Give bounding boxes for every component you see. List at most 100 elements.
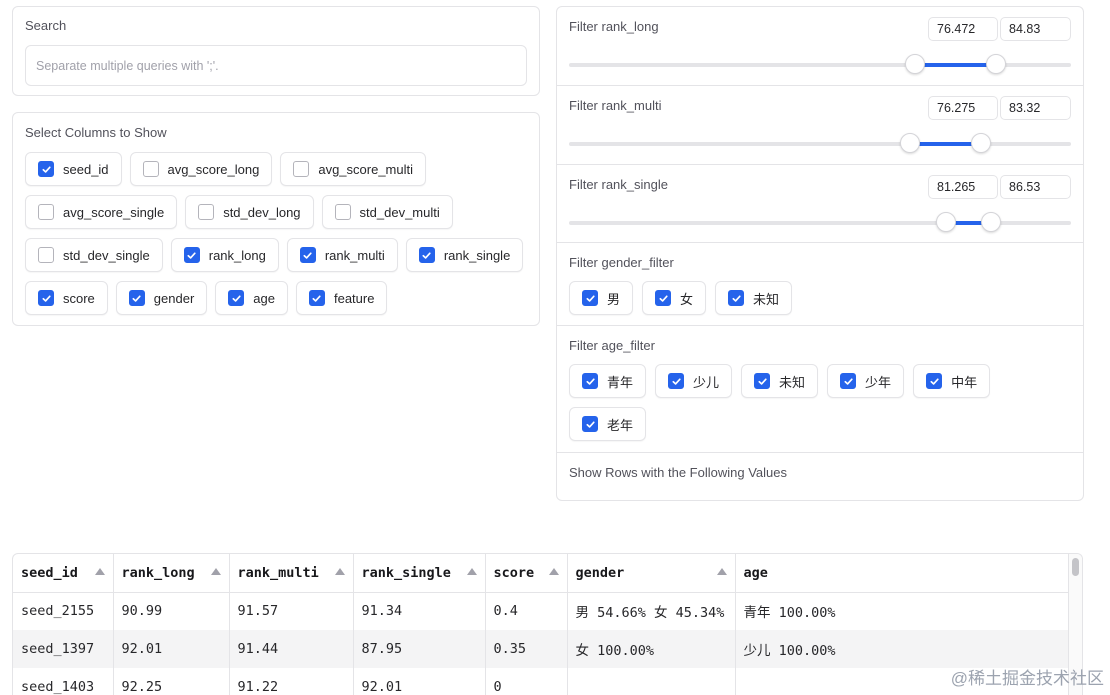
column-checkbox-label: rank_long xyxy=(208,247,266,263)
rank-single-max-input[interactable]: 86.53 xyxy=(1000,175,1071,199)
search-panel: Search xyxy=(12,6,540,96)
checkbox-unchecked-icon[interactable] xyxy=(142,161,159,177)
table-cell-rank-long: 92.01 xyxy=(113,630,230,668)
column-checkbox-label: avg_score_single xyxy=(63,204,165,220)
checkbox-checked-icon[interactable] xyxy=(728,290,745,306)
column-checkbox-rank-long[interactable]: rank_long xyxy=(170,238,279,272)
checkbox-unchecked-icon[interactable] xyxy=(293,161,310,177)
column-header-gender[interactable]: gender xyxy=(567,554,736,593)
table-row[interactable]: seed_1397 92.01 91.44 87.95 0.35 女 100.00% 少儿 … xyxy=(13,630,1071,668)
sort-arrow-icon[interactable] xyxy=(94,568,105,575)
checkbox-checked-icon[interactable] xyxy=(582,290,598,306)
column-header-rank-single[interactable]: rank_single xyxy=(353,554,486,593)
column-checkbox-seed-id[interactable]: seed_id xyxy=(25,152,122,186)
column-header-label: gender xyxy=(575,564,625,581)
rank-single-max-handle[interactable] xyxy=(980,212,1001,232)
gender-checkbox-0[interactable]: 男 xyxy=(569,281,634,315)
checkbox-checked-icon[interactable] xyxy=(38,290,54,306)
sort-arrow-icon[interactable] xyxy=(548,568,559,575)
table-cell-gender: 男 54.66% 女 45.34% xyxy=(567,592,736,630)
checkbox-checked-icon[interactable] xyxy=(418,247,435,263)
table-row[interactable]: seed_1403 92.25 91.22 92.01 0 xyxy=(13,668,1071,695)
checkbox-checked-icon[interactable] xyxy=(228,290,245,306)
rank-multi-min-input[interactable]: 76.275 xyxy=(928,96,998,120)
columns-label: Select Columns to Show xyxy=(25,125,167,140)
column-checkbox-std-dev-multi[interactable]: std_dev_multi xyxy=(321,195,453,229)
column-checkbox-std-dev-single[interactable]: std_dev_single xyxy=(25,238,163,272)
column-checkbox-age[interactable]: age xyxy=(215,281,288,315)
checkbox-checked-icon[interactable] xyxy=(299,247,316,263)
column-header-seed-id[interactable]: seed_id xyxy=(13,554,114,593)
filter-gender-label: Filter gender_filter xyxy=(569,255,674,270)
checkbox-checked-icon[interactable] xyxy=(840,373,857,389)
rank-long-max-input[interactable]: 84.83 xyxy=(1000,17,1071,41)
checkbox-checked-icon[interactable] xyxy=(308,290,325,306)
column-checkbox-gender[interactable]: gender xyxy=(115,281,208,315)
rank-multi-max-handle[interactable] xyxy=(970,133,991,153)
rank-long-max-handle[interactable] xyxy=(985,54,1006,74)
age-checkbox-1[interactable]: 少儿 xyxy=(655,364,733,398)
checkbox-checked-icon[interactable] xyxy=(926,373,943,389)
checkbox-unchecked-icon[interactable] xyxy=(38,204,54,220)
checkbox-checked-icon[interactable] xyxy=(38,161,54,177)
sort-arrow-icon[interactable] xyxy=(334,568,345,575)
checkbox-checked-icon[interactable] xyxy=(582,373,598,389)
rank-multi-min-handle[interactable] xyxy=(900,133,921,153)
column-checkbox-rank-multi[interactable]: rank_multi xyxy=(286,238,398,272)
checkbox-checked-icon[interactable] xyxy=(582,416,598,432)
gender-checkbox-2[interactable]: 未知 xyxy=(715,281,793,315)
rank-long-slider-track[interactable] xyxy=(569,54,1071,74)
column-checkbox-std-dev-long[interactable]: std_dev_long xyxy=(185,195,314,229)
filter-rank-single: Filter rank_single 81.265 86.53 xyxy=(557,165,1083,243)
table-cell-rank-single: 91.34 xyxy=(353,592,486,630)
column-checkbox-avg-score-long[interactable]: avg_score_long xyxy=(129,152,273,186)
checkbox-unchecked-icon[interactable] xyxy=(198,204,215,220)
column-checkbox-rank-single[interactable]: rank_single xyxy=(405,238,524,272)
age-checkbox-2[interactable]: 未知 xyxy=(741,364,819,398)
age-checkbox-4[interactable]: 中年 xyxy=(913,364,991,398)
rank-long-min-handle[interactable] xyxy=(905,54,926,74)
column-header-score[interactable]: score xyxy=(485,554,568,593)
rank-single-slider-track[interactable] xyxy=(569,212,1071,232)
checkbox-unchecked-icon[interactable] xyxy=(38,247,54,263)
search-input[interactable] xyxy=(25,45,527,86)
rank-multi-slider-track[interactable] xyxy=(569,133,1071,153)
table-cell-score: 0.35 xyxy=(485,630,568,668)
checkbox-checked-icon[interactable] xyxy=(128,290,145,306)
gender-checkbox-1[interactable]: 女 xyxy=(642,281,707,315)
show-rows-section: Show Rows with the Following Values xyxy=(557,453,1083,500)
table-cell-seed-id: seed_2155 xyxy=(13,592,114,630)
checkbox-checked-icon[interactable] xyxy=(754,373,771,389)
rank-single-min-handle[interactable] xyxy=(935,212,956,232)
column-checkbox-avg-score-multi[interactable]: avg_score_multi xyxy=(280,152,426,186)
column-header-rank-multi[interactable]: rank_multi xyxy=(229,554,354,593)
checkbox-checked-icon[interactable] xyxy=(668,373,685,389)
column-checkbox-label: std_dev_single xyxy=(63,247,150,263)
age-checkbox-0[interactable]: 青年 xyxy=(569,364,647,398)
scrollbar-thumb[interactable] xyxy=(1072,558,1079,576)
age-checkbox-3[interactable]: 少年 xyxy=(827,364,905,398)
gender-checkbox-group: 男 女 未知 xyxy=(569,281,1069,315)
column-checkbox-feature[interactable]: feature xyxy=(295,281,388,315)
age-checkbox-group: 青年 少儿 未知 少年 中年老年 xyxy=(569,364,1069,441)
column-checkbox-avg-score-single[interactable]: avg_score_single xyxy=(25,195,178,229)
rank-single-min-input[interactable]: 81.265 xyxy=(928,175,998,199)
column-header-rank-long[interactable]: rank_long xyxy=(113,554,230,593)
column-header-age[interactable]: age xyxy=(735,554,1071,593)
filter-gender: Filter gender_filter 男 女 未知 xyxy=(557,243,1083,326)
sort-arrow-icon[interactable] xyxy=(716,568,727,575)
rank-multi-max-input[interactable]: 83.32 xyxy=(1000,96,1071,120)
checkbox-unchecked-icon[interactable] xyxy=(334,204,351,220)
age-checkbox-5[interactable]: 老年 xyxy=(569,407,647,441)
filters-panel: Filter rank_long 76.472 84.83 Filter ran… xyxy=(556,6,1084,501)
table-row[interactable]: seed_2155 90.99 91.57 91.34 0.4 男 54.66% 女 45… xyxy=(13,592,1071,630)
checkbox-checked-icon[interactable] xyxy=(183,247,200,263)
rank-long-min-input[interactable]: 76.472 xyxy=(928,17,998,41)
sort-arrow-icon[interactable] xyxy=(466,568,477,575)
sort-arrow-icon[interactable] xyxy=(210,568,221,575)
table-cell-seed-id: seed_1397 xyxy=(13,630,114,668)
checkbox-checked-icon[interactable] xyxy=(655,290,672,306)
column-header-label: seed_id xyxy=(21,564,78,581)
filter-age-label: Filter age_filter xyxy=(569,338,655,353)
column-checkbox-score[interactable]: score xyxy=(25,281,108,315)
